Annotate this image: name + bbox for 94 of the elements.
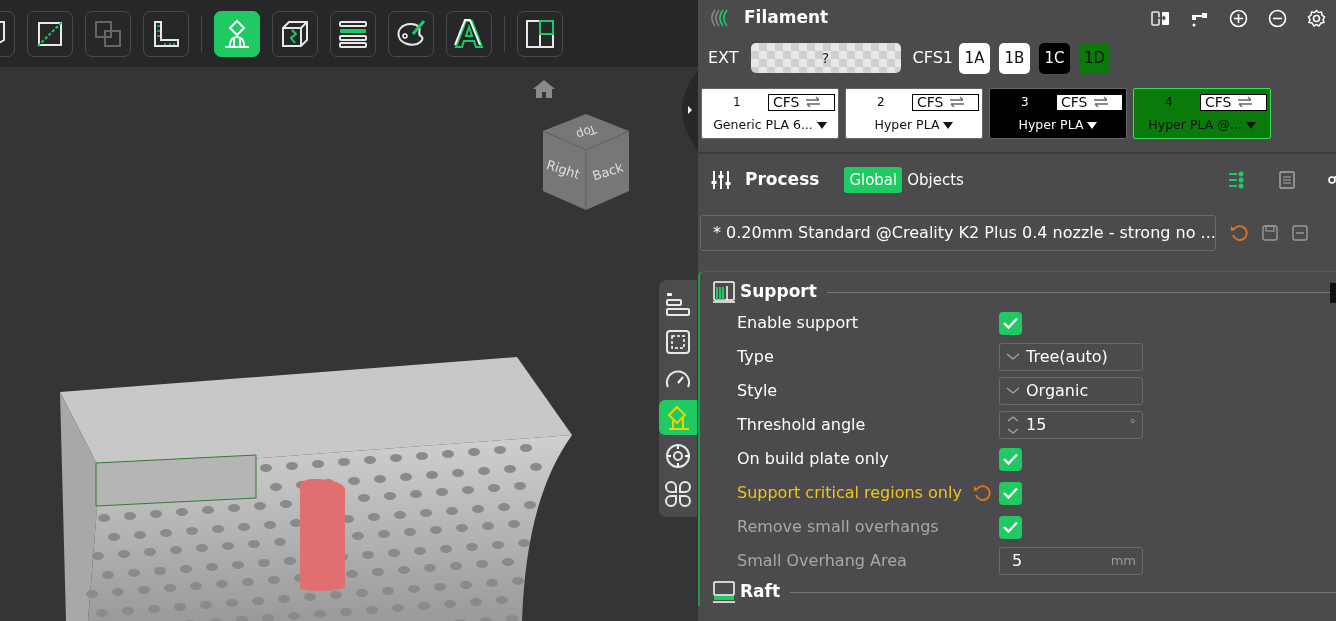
remove-icon[interactable] bbox=[1268, 8, 1287, 28]
toolbar-button[interactable] bbox=[214, 10, 260, 57]
swap-arrows-icon bbox=[1237, 96, 1254, 108]
ext-label: EXT bbox=[708, 47, 739, 69]
list-settings-icon[interactable] bbox=[1228, 171, 1246, 189]
raft-section-icon bbox=[712, 581, 736, 603]
toolbar-button[interactable] bbox=[27, 10, 73, 57]
check-icon bbox=[1003, 487, 1018, 499]
caret-icon bbox=[1087, 121, 1098, 129]
scrollbar-thumb[interactable] bbox=[1330, 283, 1336, 303]
section-title: Raft bbox=[740, 580, 781, 604]
filament-number: 3 bbox=[1021, 94, 1029, 111]
delete-icon[interactable] bbox=[1292, 225, 1308, 241]
text-a-icon bbox=[453, 17, 485, 50]
checkbox[interactable] bbox=[999, 311, 1022, 335]
swap-arrows-icon bbox=[1093, 96, 1110, 108]
filament-number: 4 bbox=[1165, 94, 1173, 111]
check-icon bbox=[1003, 521, 1018, 533]
cfs-tag[interactable]: CFS bbox=[1200, 93, 1267, 111]
collapse-handle[interactable] bbox=[682, 70, 698, 150]
cfs-label: CFS1 bbox=[912, 47, 953, 69]
dropdown-field[interactable]: Organic bbox=[999, 377, 1143, 405]
setting-label: On build plate only bbox=[737, 448, 890, 470]
filament-number: 2 bbox=[877, 94, 885, 111]
cfs-tag[interactable]: CFS bbox=[1056, 93, 1123, 111]
filament-card[interactable]: 1 CFS Generic PLA 6... bbox=[701, 88, 839, 139]
document-icon[interactable] bbox=[1278, 171, 1296, 189]
scope-tab[interactable]: Objects bbox=[902, 166, 969, 194]
check-icon bbox=[1003, 453, 1018, 465]
tag-label: CFS bbox=[773, 94, 800, 110]
panel-title: Process bbox=[745, 168, 820, 192]
tag-label: CFS bbox=[1061, 94, 1088, 110]
setting-label: Style bbox=[737, 380, 779, 402]
tag-label: CFS bbox=[1205, 94, 1232, 110]
unit-label: ° bbox=[1129, 415, 1136, 433]
spin-field[interactable]: 15 ° bbox=[999, 411, 1143, 439]
caret-icon bbox=[1245, 121, 1256, 129]
setting-label: Enable support bbox=[737, 312, 859, 334]
reset-icon[interactable] bbox=[1230, 224, 1248, 242]
filament-number: 1 bbox=[733, 94, 741, 111]
setting-label: Threshold angle bbox=[737, 414, 867, 436]
setting-label: Remove small overhangs bbox=[737, 516, 940, 538]
checkbox[interactable] bbox=[999, 447, 1022, 471]
caret-icon bbox=[943, 121, 954, 129]
check-icon bbox=[1003, 317, 1018, 329]
field-value: 5 bbox=[1012, 550, 1023, 572]
swap-arrows-icon bbox=[805, 96, 822, 108]
setting-label: Small Overhang Area bbox=[737, 550, 908, 572]
swap-device-icon[interactable] bbox=[1151, 8, 1170, 28]
toolbar-button[interactable] bbox=[446, 10, 492, 57]
spin-arrows-icon[interactable] bbox=[1006, 414, 1020, 436]
save-icon[interactable] bbox=[1262, 225, 1278, 241]
unit-label: mm bbox=[1110, 552, 1136, 571]
filament-slot[interactable]: ? bbox=[750, 43, 901, 73]
field-value: 15 bbox=[1026, 414, 1047, 436]
setting-label: Type bbox=[737, 346, 775, 368]
filament-name: Hyper PLA @... bbox=[1148, 116, 1242, 134]
toolbar-button[interactable] bbox=[330, 10, 376, 57]
swap-arrows-icon bbox=[949, 96, 966, 108]
sliders-icon bbox=[710, 169, 732, 191]
section-title: Support bbox=[740, 280, 817, 304]
home-icon[interactable] bbox=[532, 79, 556, 99]
toolbar-button[interactable] bbox=[272, 10, 318, 57]
dropdown-value: Organic bbox=[1026, 380, 1089, 402]
settings-icon[interactable] bbox=[1307, 8, 1326, 28]
toolbar-button[interactable] bbox=[143, 10, 189, 57]
filament-name: Generic PLA 6... bbox=[713, 116, 813, 134]
cfs-tag[interactable]: CFS bbox=[768, 93, 835, 111]
tag-label: CFS bbox=[917, 94, 944, 110]
reset-icon[interactable] bbox=[973, 484, 991, 502]
caret-icon bbox=[816, 121, 827, 129]
panel-title: Filament bbox=[744, 6, 829, 30]
toolbar-button[interactable] bbox=[388, 10, 434, 57]
filament-card[interactable]: 4 CFS Hyper PLA @... bbox=[1133, 88, 1271, 139]
preset-dropdown[interactable]: * 0.20mm Standard @Creality K2 Plus 0.4 nozzle - strong no ... bbox=[700, 215, 1216, 251]
filament-slot[interactable]: 1A bbox=[959, 42, 990, 74]
cfs-tag[interactable]: CFS bbox=[912, 93, 979, 111]
setting-label: Support critical regions only bbox=[737, 482, 963, 504]
dropdown-value: Tree(auto) bbox=[1026, 346, 1108, 368]
filament-name: Hyper PLA bbox=[1018, 116, 1084, 134]
support-section-icon bbox=[712, 281, 736, 303]
clover-icon bbox=[663, 478, 693, 509]
preset-name: * 0.20mm Standard @Creality K2 Plus 0.4 nozzle - strong no ... bbox=[713, 222, 1216, 244]
toolbar-button[interactable] bbox=[517, 10, 563, 57]
filament-slot[interactable]: 1C bbox=[1039, 42, 1070, 74]
filament-card[interactable]: 2 CFS Hyper PLA bbox=[845, 88, 983, 139]
chevron-icon bbox=[1006, 387, 1020, 395]
dropdown-field[interactable]: Tree(auto) bbox=[999, 343, 1143, 371]
filament-card[interactable]: 3 CFS Hyper PLA bbox=[989, 88, 1127, 139]
filament-slot[interactable]: 1B bbox=[999, 42, 1030, 74]
add-icon[interactable] bbox=[1229, 8, 1248, 28]
filament-name: Hyper PLA bbox=[874, 116, 940, 134]
chevron-icon bbox=[1006, 353, 1020, 361]
checkbox[interactable] bbox=[999, 481, 1022, 505]
